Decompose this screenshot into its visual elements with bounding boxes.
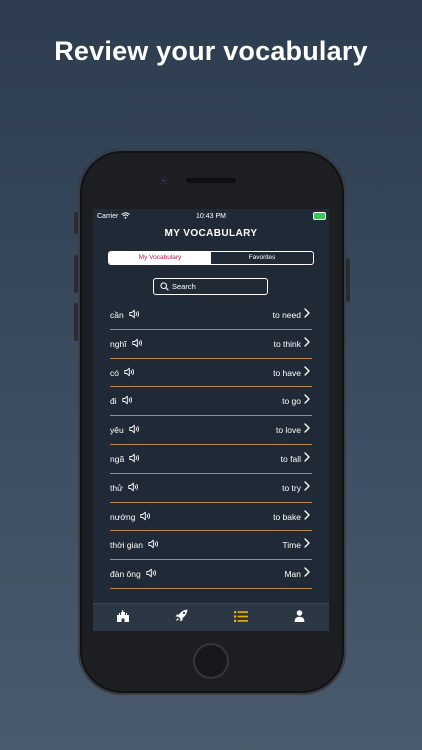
speaker-icon[interactable] [129,453,141,465]
vocab-word: yêu [110,425,124,436]
tab-bar [93,603,329,631]
vocab-word: thử [110,482,123,493]
list-fade [93,589,329,603]
status-time: 10:43 PM [196,213,226,220]
list-icon [233,609,248,627]
vocab-row[interactable]: nướng to bake [110,503,312,532]
speaker-icon[interactable] [129,309,141,321]
vocabulary-list: cần to need nghĩ to think có to have đi to go yê… [110,301,312,589]
vocab-meaning: to fall [280,453,301,464]
tab-learn[interactable] [152,604,211,631]
vocab-row[interactable]: ngã to fall [110,445,312,474]
chevron-right-icon [304,337,310,349]
chevron-right-icon [304,538,310,550]
user-icon [294,609,305,627]
vocab-meaning: to go [282,396,301,407]
chevron-right-icon [304,452,310,464]
speaker-icon[interactable] [124,367,136,379]
chevron-right-icon [304,394,310,406]
search-input[interactable] [172,280,262,293]
vocab-word: cần [110,310,124,320]
headline: Review your vocabulary [54,36,368,66]
vocab-row[interactable]: có to have [110,359,312,388]
speaker-icon[interactable] [122,395,134,407]
vocab-row[interactable]: yêu to love [110,416,312,445]
vocab-word: đi [110,396,117,407]
segmented-control: My Vocabulary Favorites [108,251,314,265]
castle-icon [116,609,130,627]
segment-favorites[interactable]: Favorites [211,252,313,264]
vocab-row[interactable]: cần to need [110,301,312,330]
battery-icon [314,213,325,219]
vocab-meaning: Man [284,569,301,580]
home-button[interactable] [193,643,229,679]
speaker-icon[interactable] [132,338,144,350]
chevron-right-icon [304,481,310,493]
search-box[interactable] [153,278,268,295]
vocab-word: nướng [110,511,136,522]
segment-my-vocabulary[interactable]: My Vocabulary [109,252,211,264]
rocket-icon [175,609,188,627]
vocab-meaning: to try [282,482,301,493]
speaker-icon[interactable] [148,539,160,551]
vocab-word: nghĩ [110,338,127,349]
vocab-meaning: to need [272,310,301,320]
chevron-right-icon [304,308,310,320]
speaker-icon[interactable] [129,424,141,436]
tab-profile[interactable] [270,604,329,631]
vocab-row[interactable]: đi to go [110,387,312,417]
app-screen: Carrier 10:43 PM MY VOCABULARY My Vocabu… [93,209,329,631]
vocab-row[interactable]: thời gian Time [110,531,312,561]
vocab-row[interactable]: nghĩ to think [110,330,312,359]
earpiece-speaker [186,178,236,183]
chevron-right-icon [304,423,310,435]
chevron-right-icon [304,365,310,378]
vocab-word: đàn ông [110,569,141,580]
phone-power-button [346,258,350,302]
screen-title: MY VOCABULARY [164,228,258,239]
vocab-meaning: to have [273,367,301,378]
vocab-word: có [110,367,119,378]
vocab-row[interactable]: đàn ông Man [110,560,312,589]
vocab-meaning: Time [282,540,301,551]
speaker-icon[interactable] [146,568,158,580]
vocab-word: thời gian [110,540,143,551]
vocab-meaning: to think [273,338,301,349]
vocab-meaning: to love [275,425,301,436]
tab-vocabulary[interactable] [211,604,270,631]
chevron-right-icon [304,509,310,522]
speaker-icon[interactable] [140,511,152,523]
vocab-meaning: to bake [273,511,301,522]
chevron-right-icon [304,567,310,579]
speaker-icon[interactable] [128,482,140,494]
tab-home[interactable] [93,604,152,631]
search-icon [160,282,169,291]
status-bar: Carrier 10:43 PM [93,209,329,223]
vocab-word: ngã [110,453,125,464]
front-camera [159,176,168,185]
vocab-row[interactable]: thử to try [110,474,312,503]
